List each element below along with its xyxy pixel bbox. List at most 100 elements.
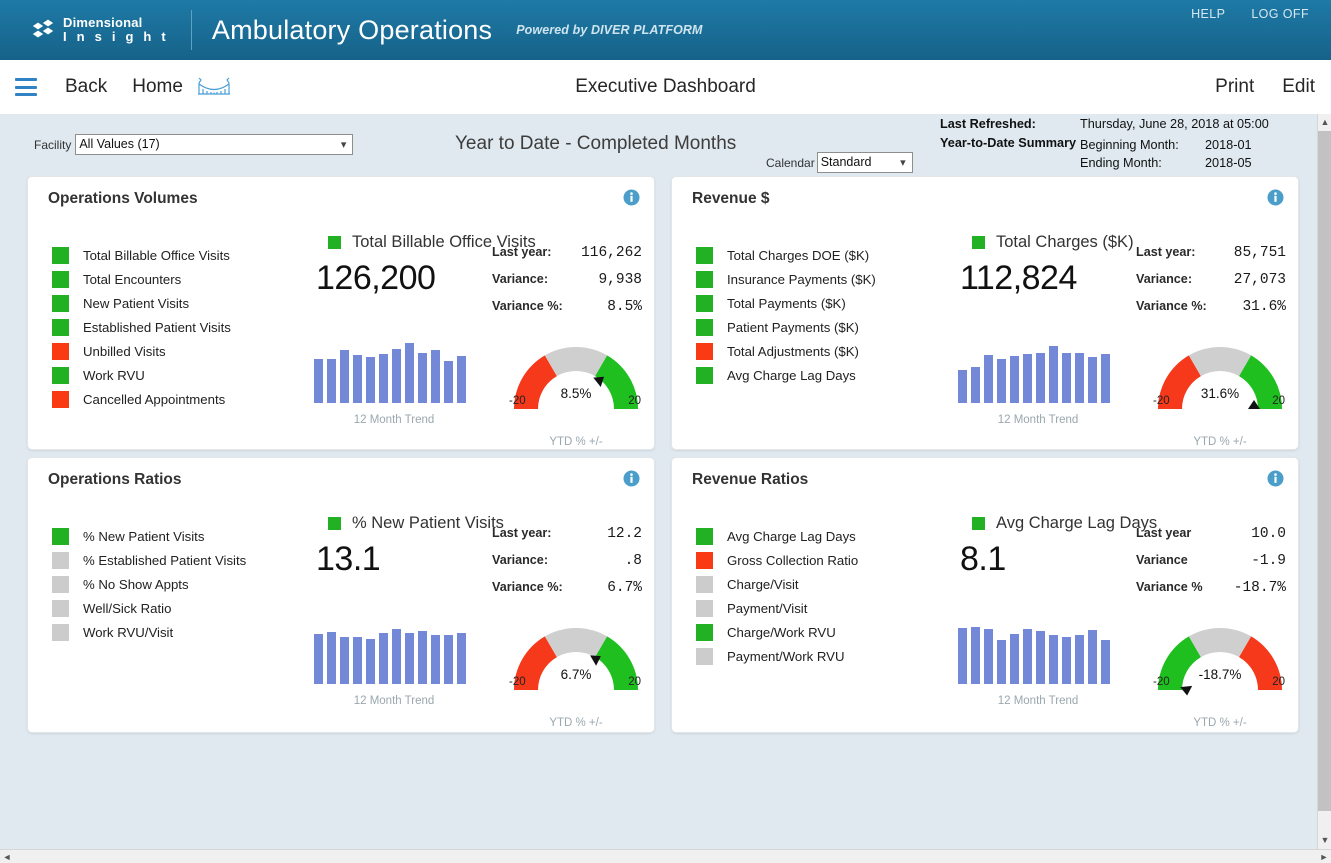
status-badge (52, 599, 69, 617)
legend-item-label: New Patient Visits (83, 295, 190, 311)
vertical-scroll-thumb[interactable] (1318, 131, 1331, 811)
trend-bar (392, 349, 401, 403)
panel-rev-ratios: Revenue Ratios Avg Charge Lag Days Gross C… (671, 457, 1299, 733)
legend-item[interactable]: % No Show Appts (52, 572, 246, 596)
legend-item[interactable]: Total Billable Office Visits (52, 243, 231, 267)
legend-item[interactable]: Work RVU (52, 363, 231, 387)
trend-bar (327, 632, 336, 684)
gauge-value-label: -18.7% (1198, 667, 1242, 682)
gauge-chart[interactable]: -20 20 8.5% YTD % +/- (501, 339, 651, 448)
trend-bar (971, 627, 980, 684)
gauge-chart[interactable]: -20 20 31.6% YTD % +/- (1145, 339, 1295, 448)
scroll-left-icon[interactable]: ◄ (0, 850, 14, 863)
vertical-scrollbar[interactable]: ▲ ▼ (1317, 114, 1331, 849)
legend-item[interactable]: Total Payments ($K) (696, 291, 876, 315)
variance-pct-label: Variance %: (492, 580, 563, 594)
legend-item-label: Work RVU (83, 367, 145, 383)
legend-item[interactable]: Charge/Visit (696, 572, 858, 596)
logo-line-2: I n s i g h t (63, 29, 169, 44)
trend-chart[interactable]: 12 Month Trend (314, 341, 474, 426)
legend-item-label: Avg Charge Lag Days (727, 528, 856, 544)
info-icon[interactable] (623, 189, 640, 206)
trend-bar (971, 367, 980, 403)
trend-bar (997, 640, 1006, 684)
legend-item[interactable]: Avg Charge Lag Days (696, 363, 876, 387)
legend-item[interactable]: Work RVU/Visit (52, 620, 246, 644)
legend-item[interactable]: Patient Payments ($K) (696, 315, 876, 339)
status-badge (52, 342, 69, 360)
legend-item[interactable]: Payment/Visit (696, 596, 858, 620)
variance-pct-label: Variance %: (1136, 299, 1207, 313)
status-badge (52, 551, 69, 569)
print-button[interactable]: Print (1215, 76, 1254, 98)
horizontal-scrollbar[interactable]: ◄ ► (0, 849, 1331, 863)
trend-chart[interactable]: 12 Month Trend (958, 622, 1118, 707)
home-button[interactable]: Home (132, 76, 183, 98)
panel-ops-ratios: Operations Ratios % New Patient Visits % E… (27, 457, 655, 733)
scroll-up-icon[interactable]: ▲ (1318, 114, 1331, 131)
help-link[interactable]: HELP (1191, 7, 1225, 21)
legend-item-label: Gross Collection Ratio (727, 552, 859, 568)
facility-select[interactable]: All Values (17) (75, 134, 354, 155)
panel-ops-volumes: Operations Volumes Total Billable Office … (27, 176, 655, 450)
legend-item[interactable]: Insurance Payments ($K) (696, 267, 876, 291)
legend-item[interactable]: Total Adjustments ($K) (696, 339, 876, 363)
legend-item-label: Payment/Visit (727, 600, 808, 616)
trend-bar (418, 353, 427, 403)
company-logo[interactable]: Dimensional I n s i g h t (30, 16, 169, 43)
calendar-select[interactable]: Standard (816, 152, 913, 173)
legend-item[interactable]: Payment/Work RVU (696, 644, 858, 668)
status-badge (696, 575, 713, 593)
log-off-link[interactable]: LOG OFF (1251, 7, 1309, 21)
legend-item[interactable]: Unbilled Visits (52, 339, 231, 363)
last-year-label: Last year (1136, 526, 1192, 540)
bridge-icon[interactable] (197, 76, 231, 98)
legend-item[interactable]: Established Patient Visits (52, 315, 231, 339)
legend-item-label: Total Encounters (83, 271, 182, 287)
dimensional-insight-cubes-icon (30, 18, 56, 42)
gauge-chart[interactable]: -20 20 -18.7% YTD % +/- (1145, 620, 1295, 729)
menu-icon[interactable] (12, 77, 40, 97)
trend-bar (353, 355, 362, 403)
scroll-down-icon[interactable]: ▼ (1318, 832, 1331, 849)
legend-item[interactable]: New Patient Visits (52, 291, 231, 315)
kpi-block: Avg Charge Lag Days (972, 514, 1157, 533)
period-title: Year to Date - Completed Months (455, 133, 737, 154)
brand-divider (190, 10, 192, 50)
stat-variance: Variance: 27,073 (1136, 272, 1286, 299)
legend-item[interactable]: % Established Patient Visits (52, 548, 246, 572)
status-badge (328, 517, 341, 530)
gauge-chart[interactable]: -20 20 6.7% YTD % +/- (501, 620, 651, 729)
kpi-value: 13.1 (316, 540, 381, 578)
facility-label: Facility (34, 137, 72, 152)
ytd-summary-label: Year-to-Date Summary (940, 136, 1077, 150)
legend-item[interactable]: % New Patient Visits (52, 524, 246, 548)
trend-bar (1075, 635, 1084, 684)
legend-item[interactable]: Avg Charge Lag Days (696, 524, 858, 548)
info-icon[interactable] (1267, 189, 1284, 206)
logo-line-1: Dimensional (63, 15, 143, 31)
info-icon[interactable] (623, 470, 640, 487)
calendar-filter: Calendar Standard ▾ (766, 152, 913, 173)
facility-filter: Facility All Values (17) ▾ (34, 134, 354, 155)
legend-item[interactable]: Total Encounters (52, 267, 231, 291)
trend-bar (327, 359, 336, 403)
trend-chart[interactable]: 12 Month Trend (314, 622, 474, 707)
info-icon[interactable] (1267, 470, 1284, 487)
trend-chart[interactable]: 12 Month Trend (958, 341, 1118, 426)
legend-item[interactable]: Well/Sick Ratio (52, 596, 246, 620)
legend-item-label: Total Billable Office Visits (83, 247, 230, 263)
legend-item[interactable]: Charge/Work RVU (696, 620, 858, 644)
back-button[interactable]: Back (65, 76, 107, 98)
status-badge (696, 366, 713, 384)
trend-bar (353, 637, 362, 684)
stat-variance-pct: Variance %: 8.5% (492, 299, 642, 326)
legend-item[interactable]: Cancelled Appointments (52, 387, 231, 411)
last-year-label: Last year: (1136, 245, 1196, 259)
panel-revenue: Revenue $ Total Charges DOE ($K) Insurance… (671, 176, 1299, 450)
kpi-stats: Last year: 85,751 Variance: 27,073 Variance … (1136, 245, 1286, 326)
legend-item[interactable]: Total Charges DOE ($K) (696, 243, 876, 267)
legend-item[interactable]: Gross Collection Ratio (696, 548, 858, 572)
edit-button[interactable]: Edit (1282, 76, 1315, 98)
scroll-right-icon[interactable]: ► (1317, 850, 1331, 863)
